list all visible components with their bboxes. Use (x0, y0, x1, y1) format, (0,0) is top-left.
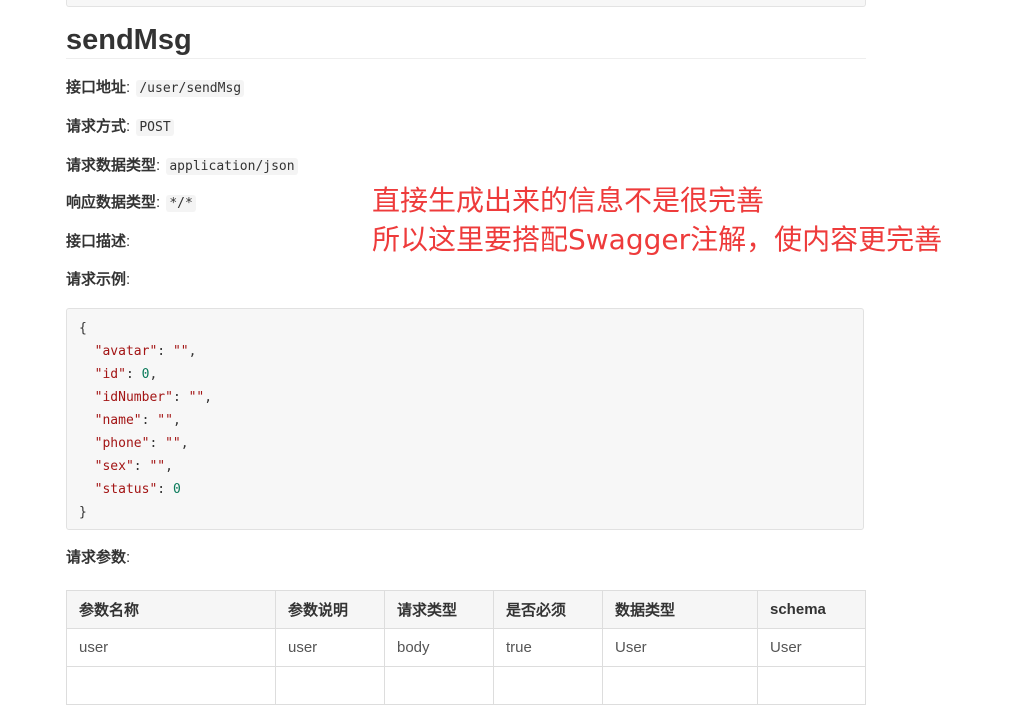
code-open-brace: { (79, 321, 87, 336)
previous-section-block (66, 0, 866, 7)
params-row: 请求参数: (66, 549, 131, 566)
params-table: 参数名称 参数说明 请求类型 是否必须 数据类型 schema user use… (66, 590, 866, 705)
col-header-request-type: 请求类型 (384, 590, 494, 629)
code-content: { "avatar": "", "id": 0, "idNumber": "",… (67, 309, 863, 532)
code-line: "id": 0, (94, 367, 158, 382)
annotation-line-2: 所以这里要搭配Swagger注解，使内容更完善 (372, 223, 943, 256)
example-row: 请求示例: (66, 271, 131, 288)
code-value: "" (172, 344, 189, 359)
col-header-data-type: 数据类型 (602, 590, 758, 629)
code-value: 0 (172, 482, 181, 497)
col-header-schema: schema (757, 590, 866, 629)
cell-request-type: body (384, 628, 494, 667)
code-line: "status": 0 (94, 482, 181, 497)
annotation-line-1: 直接生成出来的信息不是很完善 (372, 184, 765, 217)
code-value: "" (157, 413, 173, 428)
col-header-param-desc: 参数说明 (275, 590, 385, 629)
method-row: 请求方式: POST (66, 116, 174, 138)
cell-param-name: user (66, 628, 276, 667)
response-type-value: */* (166, 195, 196, 212)
request-type-label: 请求数据类型 (66, 157, 157, 174)
description-row: 接口描述: (66, 233, 131, 250)
response-type-row: 响应数据类型: */* (66, 192, 196, 214)
cell-param-desc: user (275, 628, 385, 667)
address-label: 接口地址 (66, 79, 127, 96)
address-row: 接口地址: /user/sendMsg (66, 77, 245, 99)
request-example-code: { "avatar": "", "id": 0, "idNumber": "",… (66, 308, 864, 530)
col-header-required: 是否必须 (493, 590, 603, 629)
code-line: "sex": "", (94, 459, 173, 474)
cell-data-type: User (602, 628, 758, 667)
code-close-brace: } (79, 505, 87, 520)
code-line: "avatar": "", (94, 344, 197, 359)
table-row: user user body true User User (66, 628, 866, 667)
method-label: 请求方式 (66, 118, 127, 135)
cell-required: true (493, 628, 603, 667)
method-value: POST (136, 119, 174, 136)
params-header-row: 参数名称 参数说明 请求类型 是否必须 数据类型 schema (66, 590, 866, 629)
example-label: 请求示例 (66, 271, 127, 288)
code-line: "phone": "", (94, 436, 189, 451)
request-type-row: 请求数据类型: application/json (66, 155, 298, 177)
address-value: /user/sendMsg (136, 80, 245, 97)
title-divider (66, 58, 866, 59)
code-key: "avatar" (94, 344, 158, 359)
code-value: 0 (141, 367, 150, 382)
code-key: "sex" (94, 459, 134, 474)
params-label: 请求参数 (66, 549, 127, 566)
description-label: 接口描述 (66, 233, 127, 250)
code-line: "name": "", (94, 413, 181, 428)
code-key: "id" (94, 367, 126, 382)
code-value: "" (188, 390, 205, 405)
code-value: "" (149, 459, 166, 474)
cell-schema[interactable]: User (757, 628, 866, 667)
code-key: "name" (94, 413, 142, 428)
code-key: "status" (94, 482, 158, 497)
endpoint-title: sendMsg (66, 24, 192, 56)
request-type-value: application/json (166, 158, 298, 175)
response-type-label: 响应数据类型 (66, 194, 157, 211)
code-value: "" (165, 436, 181, 451)
col-header-param-name: 参数名称 (66, 590, 276, 629)
code-line: "idNumber": "", (94, 390, 213, 405)
code-key: "phone" (94, 436, 150, 451)
table-row-partial (66, 666, 866, 705)
code-key: "idNumber" (94, 390, 173, 405)
